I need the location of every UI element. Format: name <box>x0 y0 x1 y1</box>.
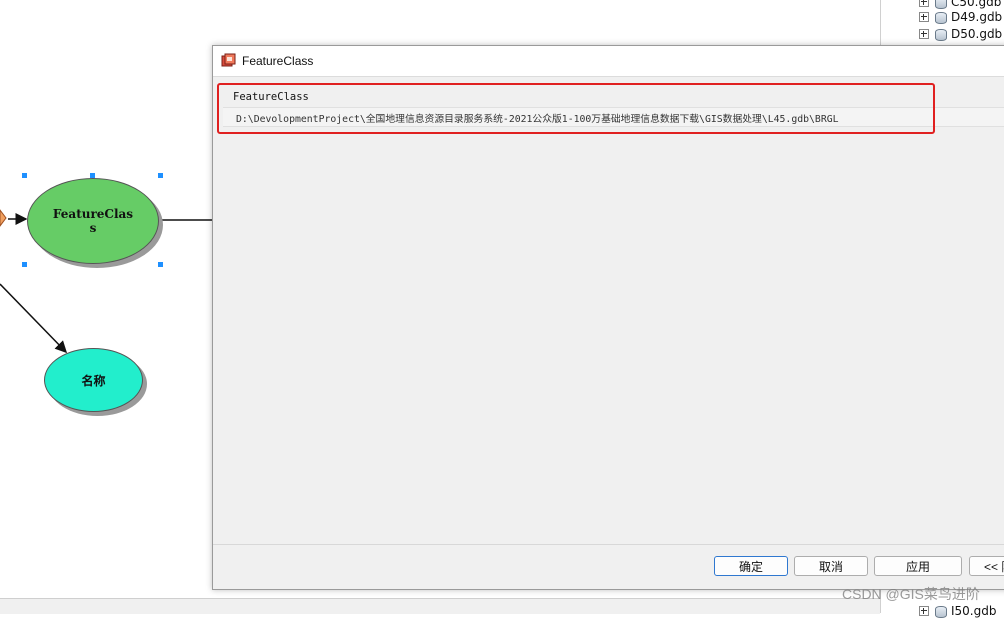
selection-handle[interactable] <box>22 262 27 267</box>
cancel-button[interactable]: 取消 <box>794 556 868 576</box>
featureclass-variable-node[interactable]: FeatureClas s <box>27 178 159 264</box>
node-label-line2: s <box>89 221 97 235</box>
geodatabase-icon <box>935 0 947 9</box>
featureclass-dialog: FeatureClass FeatureClass D:\Devolopment… <box>212 45 1004 590</box>
model-tool-icon <box>221 53 236 67</box>
dialog-titlebar[interactable]: FeatureClass <box>213 46 1004 77</box>
node-label-line1: FeatureClas <box>52 207 134 221</box>
tree-item-label: C50.gdb <box>951 0 1002 9</box>
name-variable-node[interactable]: 名称 <box>44 348 143 412</box>
expand-icon[interactable] <box>919 12 929 22</box>
dialog-content <box>213 78 1004 544</box>
tree-item-label: I50.gdb <box>951 604 997 618</box>
footer-divider <box>213 544 1004 545</box>
hide-help-button[interactable]: << 隐 <box>969 556 1004 576</box>
geodatabase-icon <box>935 605 947 618</box>
ok-button[interactable]: 确定 <box>714 556 788 576</box>
expand-icon[interactable] <box>919 606 929 616</box>
geodatabase-icon <box>935 28 947 41</box>
expand-icon[interactable] <box>919 0 929 7</box>
tree-item[interactable]: I50.gdb <box>919 603 996 619</box>
geodatabase-icon <box>935 11 947 24</box>
tool-node-edge[interactable] <box>0 209 7 227</box>
dialog-title: FeatureClass <box>242 54 314 68</box>
connector-arrow <box>0 283 68 354</box>
tree-item[interactable]: D49.gdb <box>919 9 1002 25</box>
selection-handle[interactable] <box>158 173 163 178</box>
bottom-status-strip <box>0 598 880 614</box>
expand-icon[interactable] <box>919 29 929 39</box>
watermark-text: CSDN @GIS菜鸟进阶 <box>842 586 980 602</box>
apply-button[interactable]: 应用 <box>874 556 962 576</box>
selection-handle[interactable] <box>22 173 27 178</box>
tree-item[interactable]: D50.gdb <box>919 26 1002 42</box>
node-label: 名称 <box>81 373 106 388</box>
selection-handle[interactable] <box>158 262 163 267</box>
tree-item-label: D49.gdb <box>951 10 1003 24</box>
tree-item-label: D50.gdb <box>951 27 1003 41</box>
annotation-highlight-box <box>217 83 935 134</box>
